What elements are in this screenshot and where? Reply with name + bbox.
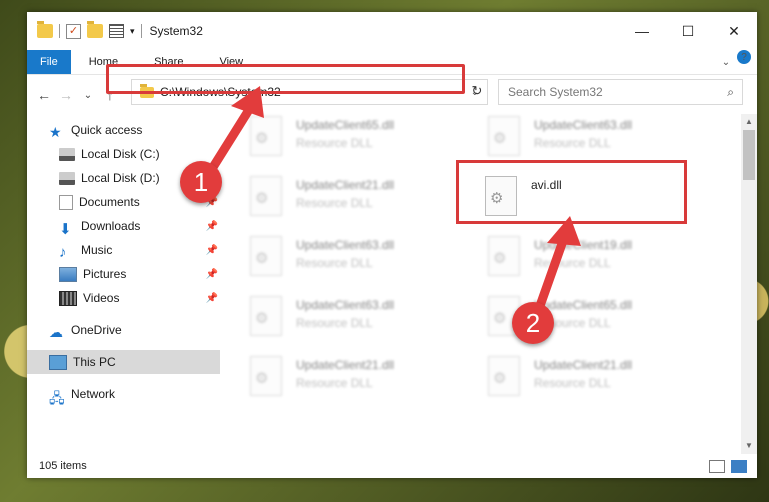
arrow-2-head [547,216,581,246]
step-2-badge: 2 [512,302,554,344]
step-1-badge: 1 [180,161,222,203]
annotation-arrows [200,86,581,325]
